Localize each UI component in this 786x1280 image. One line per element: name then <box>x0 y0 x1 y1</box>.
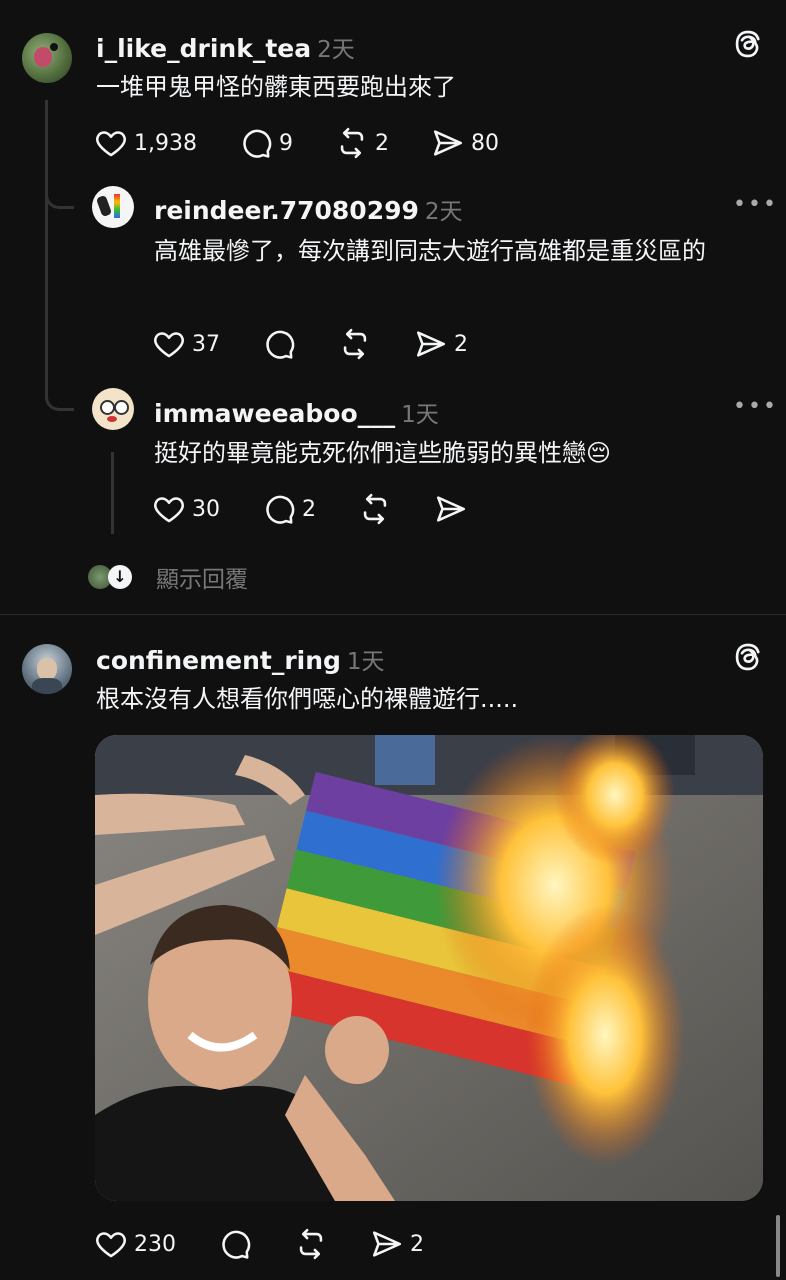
reply-time: 2天 <box>424 199 463 225</box>
repost-icon <box>294 1227 328 1261</box>
post-time: 2天 <box>317 37 355 63</box>
avatar[interactable] <box>22 644 72 694</box>
comment-bubble-icon <box>218 1227 252 1261</box>
reply-text: 高雄最慘了，每次講到同志大遊行高雄都是重災區的 <box>154 237 706 265</box>
comment-bubble-icon <box>262 492 296 526</box>
thread-line <box>45 100 48 400</box>
reply-username[interactable]: reindeer.77080299 2天 <box>154 192 463 226</box>
show-replies-button[interactable]: ↓ 顯示回覆 <box>88 560 248 594</box>
avatar[interactable] <box>92 388 134 430</box>
repost-button[interactable] <box>338 327 372 361</box>
repost-button[interactable] <box>358 492 392 526</box>
more-options-icon[interactable]: ••• <box>733 192 778 217</box>
post-time: 1天 <box>346 649 385 675</box>
post-username[interactable]: confinement_ring 1天 <box>96 642 385 676</box>
comment-button[interactable] <box>218 1227 252 1261</box>
comment-button[interactable] <box>262 327 296 361</box>
like-button[interactable]: 37 <box>152 327 220 361</box>
repost-icon <box>338 327 372 361</box>
post-divider <box>0 614 786 615</box>
reply-text: 挺好的畢竟能克死你們這些脆弱的異性戀😔 <box>154 439 612 467</box>
heart-icon <box>94 1227 128 1261</box>
share-button[interactable] <box>434 492 468 526</box>
heart-icon <box>152 492 186 526</box>
thread-line <box>111 452 114 534</box>
repost-button[interactable] <box>294 1227 328 1261</box>
send-icon <box>434 492 468 526</box>
threads-logo-icon <box>732 641 764 673</box>
send-icon <box>370 1227 404 1261</box>
reply-time: 1天 <box>401 402 439 428</box>
arrow-down-icon: ↓ <box>108 565 132 589</box>
post-image[interactable] <box>95 735 763 1201</box>
reply-actions: 37 2 <box>152 327 510 361</box>
comment-button[interactable]: 9 <box>239 126 293 160</box>
avatar[interactable] <box>92 186 134 228</box>
heart-icon <box>152 327 186 361</box>
heart-icon <box>94 126 128 160</box>
threads-logo-icon <box>732 28 764 60</box>
reply-actions: 30 2 <box>152 492 510 526</box>
thread-connector <box>45 382 74 411</box>
comment-bubble-icon <box>262 327 296 361</box>
share-button[interactable]: 2 <box>414 327 468 361</box>
repost-icon <box>358 492 392 526</box>
post-actions: 230 2 <box>94 1227 466 1261</box>
send-icon <box>431 126 465 160</box>
post-text: 一堆甲鬼甲怪的髒東西要跑出來了 <box>96 73 456 101</box>
post-username[interactable]: i_like_drink_tea 2天 <box>96 30 355 64</box>
post-actions: 1,938 9 2 80 <box>94 126 541 160</box>
post-text: 根本沒有人想看你們噁心的裸體遊行..... <box>96 685 519 713</box>
thread-connector <box>45 180 74 209</box>
flag-burning-photo <box>95 735 763 1201</box>
more-options-icon[interactable]: ••• <box>733 394 778 419</box>
repost-icon <box>335 126 369 160</box>
scrollbar[interactable] <box>776 1215 780 1277</box>
like-button[interactable]: 230 <box>94 1227 176 1261</box>
reply-username[interactable]: immaweeaboo___ 1天 <box>154 395 439 429</box>
like-button[interactable]: 1,938 <box>94 126 197 160</box>
repost-button[interactable]: 2 <box>335 126 389 160</box>
share-button[interactable]: 80 <box>431 126 499 160</box>
share-button[interactable]: 2 <box>370 1227 424 1261</box>
comment-bubble-icon <box>239 126 273 160</box>
pensive-emoji: 😔 <box>586 439 612 467</box>
send-icon <box>414 327 448 361</box>
avatar[interactable] <box>22 33 72 83</box>
comment-button[interactable]: 2 <box>262 492 316 526</box>
like-button[interactable]: 30 <box>152 492 220 526</box>
